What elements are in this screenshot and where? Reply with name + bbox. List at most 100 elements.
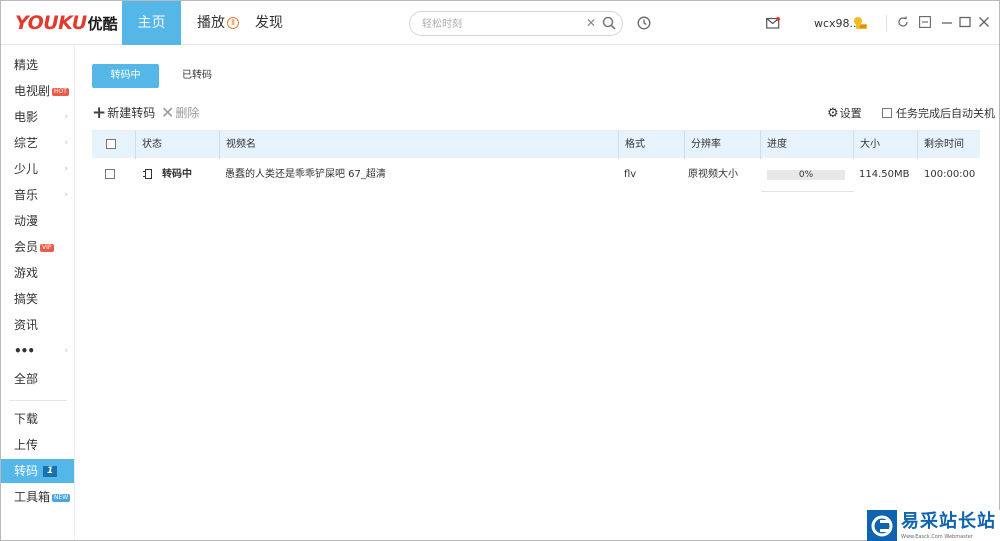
sidebar-item-label: 音乐 xyxy=(14,188,39,202)
sidebar-divider xyxy=(9,400,67,401)
chevron-right-icon: › xyxy=(64,112,68,122)
mini-mode-icon[interactable] xyxy=(919,16,931,28)
watermark: 易采站长站 Www.Easck.Com Webmaster xyxy=(867,510,1000,541)
status-cell: 转码中 xyxy=(143,159,219,191)
row-select-cell xyxy=(105,159,125,191)
sidebar-item-transcode[interactable]: 转码 1 xyxy=(1,459,74,483)
sidebar-item-label: 会员 xyxy=(14,240,39,254)
sidebar-item-tv[interactable]: 电视剧 HOT xyxy=(1,79,74,103)
sidebar-item-label: 少儿 xyxy=(14,162,39,176)
sidebar-item-music[interactable]: 音乐 › xyxy=(1,183,74,207)
youku-logo[interactable]: YOUKU 优酷 xyxy=(15,12,118,34)
logo-text-cn: 优酷 xyxy=(87,15,118,33)
sidebar-item-label: 全部 xyxy=(14,372,39,386)
task-count-badge: 1 xyxy=(43,466,58,477)
sidebar: 精选 电视剧 HOT 电影 › 综艺 › 少儿 › 音乐 › 动漫 会员 VIP 游戏 搞笑… xyxy=(1,45,75,540)
nav-tab-home-label: 主页 xyxy=(137,15,166,31)
search-icon[interactable] xyxy=(602,16,616,30)
hot-badge: HOT xyxy=(52,87,69,96)
sidebar-item-label: 电视剧 xyxy=(14,84,51,98)
transcode-status-icon xyxy=(143,169,152,179)
mail-icon[interactable] xyxy=(766,17,780,29)
column-header-status[interactable]: 状态 xyxy=(135,131,220,159)
top-bar: YOUKU 优酷 主页 播放Ⅱ 发现 ✕ wcx98... xyxy=(1,1,999,45)
table-header: 状态 视频名 格式 分辨率 进度 大小 剩余时间 xyxy=(92,130,980,159)
vip-badge-icon[interactable] xyxy=(852,16,868,30)
sidebar-item-label: 资讯 xyxy=(14,318,39,332)
format-value: flv xyxy=(624,169,637,180)
delete-button[interactable]: ✕ 删除 xyxy=(161,105,199,121)
tab-transcoded-label: 已转码 xyxy=(182,70,212,81)
sidebar-item-movie[interactable]: 电影 › xyxy=(1,105,74,129)
sidebar-item-kids[interactable]: 少儿 › xyxy=(1,157,74,181)
column-header-remaining[interactable]: 剩余时间 xyxy=(917,131,980,159)
sidebar-item-member[interactable]: 会员 VIP xyxy=(1,235,74,259)
chevron-right-icon: › xyxy=(64,138,68,148)
column-header-resolution[interactable]: 分辨率 xyxy=(684,131,761,159)
select-all-checkbox[interactable] xyxy=(106,139,116,149)
sidebar-item-more[interactable]: ••• › xyxy=(1,339,74,363)
chevron-right-icon: › xyxy=(64,346,68,356)
delete-x-icon: ✕ xyxy=(161,103,175,122)
sidebar-item-label: 综艺 xyxy=(14,136,39,150)
nav-tab-discover[interactable]: 发现 xyxy=(255,1,283,45)
settings-label: 设置 xyxy=(839,107,862,120)
sidebar-item-upload[interactable]: 上传 xyxy=(1,433,74,457)
sidebar-item-label: 搞笑 xyxy=(14,292,39,306)
history-clock-icon[interactable] xyxy=(637,16,651,30)
nav-tab-play[interactable]: 播放 Ⅱ xyxy=(197,1,239,45)
sidebar-item-games[interactable]: 游戏 xyxy=(1,261,74,285)
pause-badge-icon: Ⅱ xyxy=(227,17,239,29)
sidebar-item-all[interactable]: 全部 xyxy=(1,367,74,391)
sidebar-item-label: 下载 xyxy=(14,412,39,426)
maximize-icon[interactable] xyxy=(959,16,971,28)
sidebar-item-label: 动漫 xyxy=(14,214,39,228)
chevron-right-icon: › xyxy=(64,164,68,174)
auto-shutdown-option: 任务完成后自动关机 xyxy=(882,105,995,121)
table-row[interactable]: 转码中 愚蠢的人类还是乖乖铲屎吧 67_超清 flv 原视频大小 0% 114.… xyxy=(92,159,980,191)
column-header-name[interactable]: 视频名 xyxy=(219,131,618,159)
progress-text: 0% xyxy=(798,170,814,180)
settings-button[interactable]: ⚙ 设置 xyxy=(827,105,862,121)
tab-transcoding[interactable]: 转码中 xyxy=(92,64,159,88)
plus-icon: + xyxy=(92,103,107,123)
status-text: 转码中 xyxy=(162,169,192,180)
remaining-time: 100:00:00 xyxy=(924,169,976,180)
column-header-format[interactable]: 格式 xyxy=(618,131,684,159)
auto-shutdown-label: 任务完成后自动关机 xyxy=(896,107,995,120)
chevron-right-icon: › xyxy=(64,190,68,200)
watermark-title: 易采站长站 xyxy=(901,511,996,532)
sidebar-item-anime[interactable]: 动漫 xyxy=(1,209,74,233)
sidebar-item-label: 电影 xyxy=(14,110,39,124)
new-transcode-button[interactable]: + 新建转码 xyxy=(92,103,155,123)
sidebar-item-featured[interactable]: 精选 xyxy=(1,53,74,77)
tab-transcoding-label: 转码中 xyxy=(110,70,141,81)
new-badge: NEW xyxy=(52,493,71,502)
clear-icon[interactable]: ✕ xyxy=(586,16,596,30)
sidebar-item-news[interactable]: 资讯 xyxy=(1,313,74,337)
sidebar-item-label: 精选 xyxy=(14,58,39,72)
close-icon[interactable] xyxy=(978,16,990,28)
auto-shutdown-checkbox[interactable] xyxy=(882,108,892,118)
sidebar-item-label: 上传 xyxy=(14,438,39,452)
progress-cell: 0% xyxy=(761,159,853,191)
more-dots-icon: ••• xyxy=(14,344,35,358)
nav-tab-play-label: 播放 xyxy=(197,15,225,31)
row-checkbox[interactable] xyxy=(105,169,115,179)
progress-bar: 0% xyxy=(767,170,845,180)
refresh-icon[interactable] xyxy=(897,16,909,28)
minimize-icon[interactable] xyxy=(941,16,953,28)
column-header-size[interactable]: 大小 xyxy=(853,131,917,159)
sidebar-item-label: 工具箱 xyxy=(14,490,51,504)
search-input[interactable] xyxy=(422,15,582,33)
sidebar-item-download[interactable]: 下载 xyxy=(1,407,74,431)
column-header-progress[interactable]: 进度 xyxy=(760,131,853,159)
nav-tab-home[interactable]: 主页 xyxy=(122,1,181,45)
nav-tab-discover-label: 发现 xyxy=(255,15,283,31)
select-all-cell xyxy=(102,131,136,159)
tab-transcoded[interactable]: 已转码 xyxy=(172,64,222,88)
sidebar-item-funny[interactable]: 搞笑 xyxy=(1,287,74,311)
video-name: 愚蠢的人类还是乖乖铲屎吧 67_超清 xyxy=(225,169,386,180)
sidebar-item-toolbox[interactable]: 工具箱 NEW xyxy=(1,485,74,509)
sidebar-item-variety[interactable]: 综艺 › xyxy=(1,131,74,155)
